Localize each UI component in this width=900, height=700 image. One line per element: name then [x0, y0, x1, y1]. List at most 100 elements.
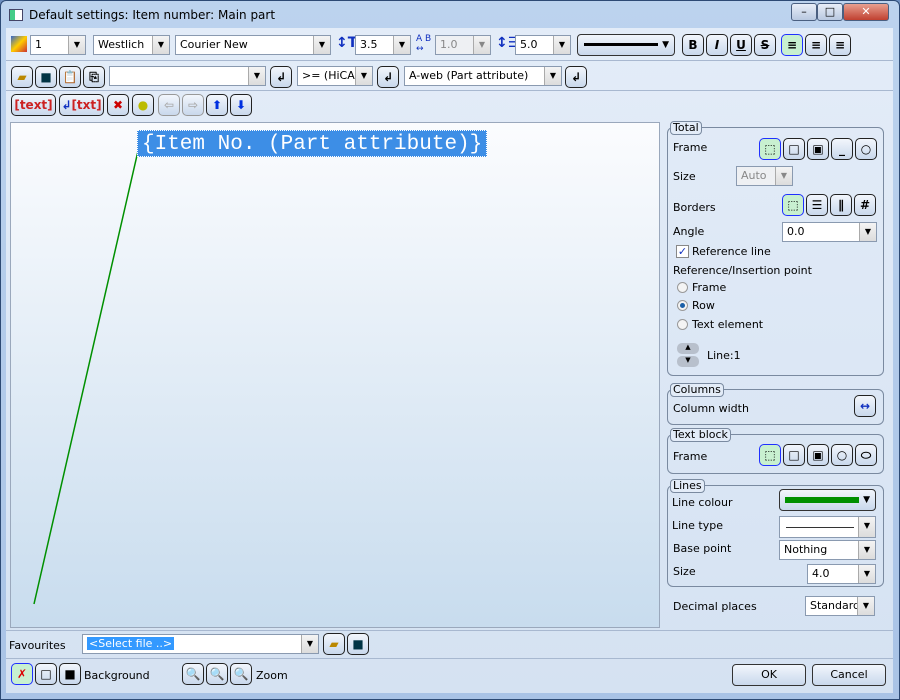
background-white-button[interactable]: □	[35, 663, 57, 685]
delete-button[interactable]: ✖	[107, 94, 129, 116]
ref-row-label: Row	[692, 299, 715, 312]
column-width-button[interactable]: ↔	[854, 395, 876, 417]
minimize-button[interactable]: –	[791, 3, 817, 21]
favourites-save-button[interactable]: ■	[347, 633, 369, 655]
layer-value: 1	[35, 38, 42, 51]
text-height-select[interactable]: 3.5 ▼	[355, 35, 411, 55]
zoom-out-button[interactable]: 🔍	[182, 663, 204, 685]
style-select[interactable]: Westlich ▼	[93, 35, 170, 55]
text-width-value: 1.0	[440, 38, 458, 51]
line-size-label: Size	[673, 565, 696, 578]
decimal-places-select[interactable]: Standard ▼	[805, 596, 875, 616]
zoom-fit-button[interactable]: 🔍	[230, 663, 252, 685]
tb-frame-rect-button[interactable]: □	[783, 444, 805, 466]
attribute-select[interactable]: A-web (Part attribute) ▼	[404, 66, 562, 86]
tb-frame-double-button[interactable]: ▣	[807, 444, 829, 466]
borders-label: Borders	[673, 201, 716, 214]
decimal-places-label: Decimal places	[673, 600, 757, 613]
borders-columns-button[interactable]: ∥	[830, 194, 852, 216]
zoom-label: Zoom	[256, 669, 288, 682]
save-button[interactable]: ■	[35, 66, 57, 88]
copy-button[interactable]: ⎘	[83, 66, 105, 88]
ok-button[interactable]: OK	[732, 664, 806, 686]
size-label: Size	[673, 170, 696, 183]
tb-frame-circle-button[interactable]: ○	[831, 444, 853, 466]
tb-frame-rounded-button[interactable]: ⬭	[855, 444, 877, 466]
close-button[interactable]: ✕	[843, 3, 889, 21]
frame-none-button[interactable]: ⬚	[759, 138, 781, 160]
align-center-button[interactable]: ≡	[805, 34, 827, 56]
ref-row-radio[interactable]	[677, 300, 688, 311]
preview-canvas[interactable]: {Item No. (Part attribute)}	[10, 122, 660, 628]
frame-rect-button[interactable]: □	[783, 138, 805, 160]
frame-circle-button[interactable]: ○	[855, 138, 877, 160]
align-left-button[interactable]: ≡	[781, 34, 803, 56]
line-spacing-select[interactable]: 5.0 ▼	[515, 35, 571, 55]
column-width-label: Column width	[673, 402, 749, 415]
font-select[interactable]: Courier New ▼	[175, 35, 331, 55]
insert-filter-button[interactable]: ↲	[377, 66, 399, 88]
move-down-button[interactable]: ⬇	[230, 94, 252, 116]
zoom-in-button[interactable]: 🔍	[206, 663, 228, 685]
footer-divider	[6, 630, 893, 631]
base-point-value: Nothing	[784, 543, 828, 556]
frame-double-button[interactable]: ▣	[807, 138, 829, 160]
align-right-button[interactable]: ≡	[829, 34, 851, 56]
decimal-places-value: Standard	[810, 599, 861, 612]
line-style-preview	[584, 43, 658, 46]
favourites-value: <Select file ..>	[87, 637, 175, 650]
line-type-select[interactable]: ▼	[779, 516, 876, 538]
line-down-button[interactable]: ▼	[677, 356, 699, 367]
borders-rows-button[interactable]: ☰	[806, 194, 828, 216]
arrow-left-button[interactable]: ⇦	[158, 94, 180, 116]
reference-line	[33, 150, 139, 605]
bold-button[interactable]: B	[682, 34, 704, 56]
toolbar-divider	[6, 60, 893, 61]
line-up-button[interactable]: ▲	[677, 343, 699, 354]
frame-underline-button[interactable]: _	[831, 138, 853, 160]
italic-button[interactable]: I	[706, 34, 728, 56]
base-point-select[interactable]: Nothing ▼	[779, 540, 876, 560]
cancel-button[interactable]: Cancel	[812, 664, 886, 686]
base-point-label: Base point	[673, 542, 732, 555]
borders-none-button[interactable]: ⬚	[782, 194, 804, 216]
line-type-preview	[786, 527, 854, 528]
paste-button[interactable]: 📋	[59, 66, 81, 88]
arrow-right-button[interactable]: ⇨	[182, 94, 204, 116]
open-folder-button[interactable]: ▰	[11, 66, 33, 88]
total-group: Total Frame ⬚ □ ▣ _ ○ Size Auto ▼ Borders…	[667, 121, 884, 376]
filter-select[interactable]: >= (HiCAD ▼	[297, 66, 373, 86]
background-black-button[interactable]: ■	[59, 663, 81, 685]
ref-frame-radio[interactable]	[677, 282, 688, 293]
text-width-icon: A B ↔	[416, 34, 432, 54]
layer-select[interactable]: 1 ▼	[30, 35, 86, 55]
app-icon	[9, 9, 23, 21]
insert-attribute-button[interactable]: ↲	[565, 66, 587, 88]
move-up-button[interactable]: ⬆	[206, 94, 228, 116]
line-size-select[interactable]: 4.0 ▼	[807, 564, 876, 584]
line-colour-select[interactable]: ▼	[779, 489, 876, 511]
background-label: Background	[84, 669, 150, 682]
new-text-button[interactable]: [text]	[11, 94, 56, 116]
background-none-button[interactable]: ✗	[11, 663, 33, 685]
text-input-combo[interactable]: ▼	[109, 66, 266, 86]
columns-group: Columns Column width ↔	[667, 383, 884, 425]
properties-button[interactable]: ●	[132, 94, 154, 116]
maximize-button[interactable]: □	[817, 3, 843, 21]
strikethrough-button[interactable]: S	[754, 34, 776, 56]
line-spacing-value: 5.0	[520, 38, 538, 51]
borders-grid-button[interactable]: #	[854, 194, 876, 216]
favourites-open-button[interactable]: ▰	[323, 633, 345, 655]
new-line-text-button[interactable]: ↲[txt]	[59, 94, 104, 116]
underline-button[interactable]: U	[730, 34, 752, 56]
angle-select[interactable]: 0.0 ▼	[782, 222, 877, 242]
favourites-select[interactable]: <Select file ..> ▼	[82, 634, 319, 654]
ref-text-element-radio[interactable]	[677, 319, 688, 330]
item-number-text[interactable]: {Item No. (Part attribute)}	[137, 130, 488, 157]
size-value: Auto	[741, 169, 767, 182]
insert-text-button[interactable]: ↲	[270, 66, 292, 88]
tb-frame-none-button[interactable]: ⬚	[759, 444, 781, 466]
text-block-frame-label: Frame	[673, 450, 708, 463]
reference-line-checkbox[interactable]: ✓	[676, 245, 689, 258]
line-style-select[interactable]: ▼	[577, 34, 675, 56]
